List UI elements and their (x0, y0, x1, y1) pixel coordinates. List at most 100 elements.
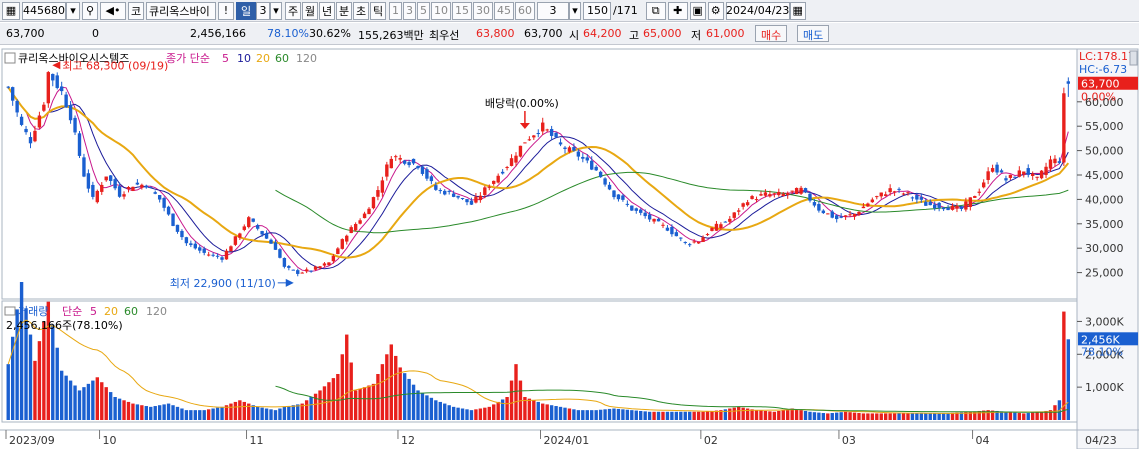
candle-body (15, 100, 19, 113)
candle-body (884, 194, 888, 196)
candle-body (897, 188, 901, 190)
date-input[interactable]: 2024/04/23 (725, 1, 790, 20)
hc-label: HC:-6.73 (1079, 63, 1127, 76)
candle-body (496, 175, 500, 183)
volume-bar (104, 387, 108, 420)
candle-body (28, 137, 33, 144)
candle-body (353, 223, 358, 231)
volume-bar (545, 404, 549, 420)
candle-body (505, 167, 509, 169)
candle-body (563, 147, 567, 149)
minute-30-button[interactable]: 30 (473, 1, 493, 20)
speaker-icon[interactable]: ◀• (100, 1, 126, 20)
total-count: /171 (613, 4, 638, 17)
candle-body (866, 203, 870, 207)
scroll-up-icon[interactable] (1129, 50, 1138, 66)
volume-bar (848, 412, 852, 420)
candle-body (478, 195, 483, 201)
minute-5-button[interactable]: 5 (417, 1, 430, 20)
candle-body (843, 215, 848, 217)
candle-body (701, 237, 705, 242)
crosshair-icon[interactable]: ✚ (667, 1, 688, 20)
volume-bar (86, 383, 91, 420)
buy-button[interactable]: 매수 (755, 25, 788, 42)
stock-chart[interactable]: 25,000 30,000 35,000 40,000 45,000 50,000 55,0… (0, 47, 1139, 450)
period-4-button[interactable]: 초 (353, 1, 369, 20)
period-2-button[interactable]: 년 (319, 1, 335, 20)
code-dropdown-icon[interactable]: ▾ (66, 1, 80, 20)
volume-bar (273, 410, 278, 420)
minute-60-button[interactable]: 60 (515, 1, 535, 20)
alert-icon[interactable]: ! (218, 1, 234, 20)
candle-body (567, 147, 572, 152)
volume-bar (750, 409, 754, 420)
volume-bar (866, 413, 870, 420)
minute-45-button[interactable]: 45 (494, 1, 514, 20)
volume-bar (291, 405, 295, 420)
volume-bar (843, 411, 848, 420)
period-dropdown-icon[interactable]: ▾ (270, 1, 282, 20)
candle-body (549, 129, 554, 136)
volume-bar (416, 390, 420, 420)
high-price: 65,000 (643, 27, 682, 40)
minute-select[interactable]: 3 (537, 1, 569, 20)
candle-body (500, 171, 505, 174)
candle-body (73, 117, 77, 133)
volume-bar (220, 406, 224, 420)
minute-15-button[interactable]: 15 (452, 1, 472, 20)
candle-body (572, 147, 576, 151)
volume-bar (260, 407, 264, 420)
minute-dropdown-icon[interactable]: ▾ (569, 1, 581, 20)
period-3-button[interactable]: 분 (336, 1, 352, 20)
candle-body (821, 210, 826, 214)
candle-body (318, 266, 322, 269)
volume-bar (839, 412, 843, 420)
search-icon[interactable]: ⚲ (82, 1, 98, 20)
chart-area[interactable]: 25,000 30,000 35,000 40,000 45,000 50,000 55,0… (0, 47, 1139, 450)
volume-bar (950, 412, 955, 420)
gear-icon[interactable]: ⚙ (707, 1, 724, 20)
period-0-button[interactable]: 주 (285, 1, 301, 20)
grid-menu-icon[interactable]: ▦ (2, 1, 20, 20)
x-end-label: 04/23 (1085, 434, 1117, 447)
candle-body (242, 226, 246, 230)
candle-body (416, 166, 420, 169)
period-day-button[interactable]: 일 (236, 1, 256, 20)
calendar-icon[interactable]: ▦ (789, 1, 806, 20)
volume-bar (607, 408, 612, 420)
volume-bar (661, 411, 665, 420)
candle-body (51, 73, 55, 81)
candle-body (394, 156, 398, 158)
candle-body (630, 205, 634, 211)
minute-3-button[interactable]: 3 (403, 1, 416, 20)
minute-1-button[interactable]: 1 (389, 1, 402, 20)
candle-body (808, 193, 812, 201)
save-icon[interactable]: ▣ (689, 1, 706, 20)
display-count-input[interactable]: 150 (583, 1, 611, 20)
candle-body (1057, 161, 1062, 163)
period-number-field[interactable]: 3 (256, 1, 270, 20)
volume-bar (732, 407, 736, 420)
stock-code-input[interactable]: 445680 (22, 1, 66, 20)
open-label: 시 (569, 29, 580, 42)
sell-button[interactable]: 매도 (797, 25, 830, 42)
candle-body (171, 213, 175, 226)
volume-bar (1017, 413, 1022, 420)
link-icon[interactable]: ⧉ (645, 1, 666, 20)
volume-bar (1039, 411, 1044, 420)
period-5-button[interactable]: 틱 (370, 1, 386, 20)
volume-ma-60: 60 (124, 305, 138, 318)
chart-background (0, 47, 1139, 449)
volume-bar (496, 401, 500, 420)
candle-body (906, 192, 910, 194)
candle-body (229, 246, 233, 252)
volume-bar (754, 410, 759, 420)
volume-bar (884, 413, 888, 420)
stock-name-field[interactable]: 큐리옥스바이 (146, 1, 216, 20)
volume-bar (612, 408, 616, 420)
x-tick-label: 12 (401, 434, 415, 447)
period-1-button[interactable]: 월 (302, 1, 318, 20)
volume-bar (567, 408, 572, 420)
volume-bar (362, 387, 367, 420)
minute-10-button[interactable]: 10 (431, 1, 451, 20)
